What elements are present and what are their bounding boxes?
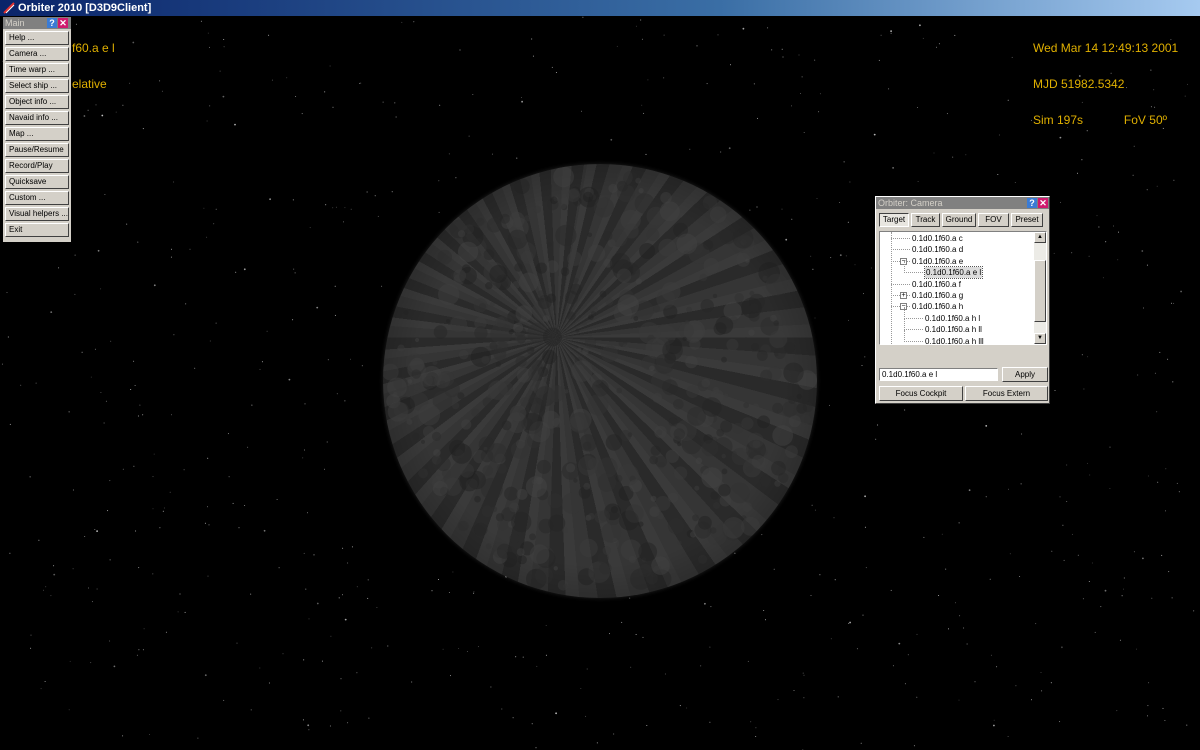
hud-date: Wed Mar 14 12:49:13 2001 (1033, 41, 1179, 55)
focus-extern-button[interactable]: Focus Extern (965, 386, 1048, 401)
menu-item-record-play[interactable]: Record/Play (5, 159, 69, 173)
planet-body (383, 164, 817, 598)
tree-node[interactable]: 0.1d0.1f60.a h l (925, 313, 980, 324)
hud-target-name: f60.a e l (72, 41, 115, 55)
tree-node[interactable]: 0.1d0.1f60.a e l (923, 266, 984, 280)
tree-node[interactable]: 0.1d0.1f60.a h lll (925, 336, 984, 344)
tree-branch-line (904, 272, 923, 274)
menu-item-select-ship[interactable]: Select ship ... (5, 79, 69, 93)
tree-node[interactable]: 0.1d0.1f60.a g (912, 290, 963, 301)
hud-time-info: Wed Mar 14 12:49:13 2001 MJD 51982.5342 … (1033, 18, 1178, 150)
hud-frame-mode: elative (72, 77, 107, 91)
camera-mode-tabs: Target Track Ground FOV Preset (879, 213, 1043, 227)
main-menu-title: Main (5, 18, 25, 28)
help-icon[interactable]: ? (47, 18, 57, 28)
help-icon[interactable]: ? (1027, 198, 1037, 208)
tree-guide-line (904, 318, 905, 331)
close-icon[interactable]: ✕ (58, 18, 68, 28)
tree-node[interactable]: 0.1d0.1f60.a f (912, 279, 961, 290)
tree-branch-line (904, 317, 923, 319)
hud-sim-time: Sim 197s (1033, 113, 1084, 127)
menu-item-object-info[interactable]: Object info ... (5, 95, 69, 109)
menu-item-time-warp[interactable]: Time warp ... (5, 63, 69, 77)
window-title: Orbiter 2010 [D3D9Client] (18, 2, 152, 14)
focus-cockpit-button[interactable]: Focus Cockpit (879, 386, 963, 401)
expand-icon[interactable]: + (900, 292, 907, 299)
hud-mjd: MJD 51982.5342 (1033, 77, 1125, 91)
tree-node[interactable]: 0.1d0.1f60.a d (912, 244, 963, 255)
tree-guide-line (904, 261, 905, 274)
tree-branch-line (904, 329, 923, 331)
menu-item-map[interactable]: Map ... (5, 127, 69, 141)
apply-button[interactable]: Apply (1002, 367, 1048, 382)
hud-fov: FoV 50º (1123, 113, 1167, 127)
planet-surface-texture (383, 166, 817, 591)
tree-node[interactable]: 0.1d0.1f60.a h (912, 301, 963, 312)
tab-preset[interactable]: Preset (1011, 213, 1043, 227)
menu-item-navaid-info[interactable]: Navaid info ... (5, 111, 69, 125)
menu-item-visual-helpers[interactable]: Visual helpers ... (5, 207, 69, 221)
tree-node[interactable]: 0.1d0.1f60.a c (912, 233, 963, 244)
orbiter-app-icon (3, 2, 15, 14)
tab-ground[interactable]: Ground (942, 213, 976, 227)
tree-guide-line (904, 306, 905, 319)
menu-item-pause-resume[interactable]: Pause/Resume (5, 143, 69, 157)
menu-item-custom[interactable]: Custom ... (5, 191, 69, 205)
main-menu-caption[interactable]: Main ? ✕ (3, 17, 71, 29)
menu-item-quicksave[interactable]: Quicksave (5, 175, 69, 189)
tab-fov[interactable]: FOV (978, 213, 1009, 227)
tab-track[interactable]: Track (911, 213, 940, 227)
menu-item-help[interactable]: Help ... (5, 31, 69, 45)
close-icon[interactable]: ✕ (1038, 198, 1048, 208)
target-tree-view[interactable]: 0.1d0.1f60.a c 0.1d0.1f60.a d −0.1d0.1f60.… (879, 231, 1047, 345)
tree-node[interactable]: 0.1d0.1f60.a h ll (925, 324, 982, 335)
menu-item-exit[interactable]: Exit (5, 223, 69, 237)
tree-guide-line (904, 329, 905, 342)
camera-dialog-caption[interactable]: Orbiter: Camera ? ✕ (876, 197, 1049, 209)
target-input[interactable] (879, 368, 998, 381)
tree-branch-line (891, 249, 910, 251)
menu-item-camera[interactable]: Camera ... (5, 47, 69, 61)
main-menu-panel: Main ? ✕ Help ... Camera ... Time warp ...… (3, 17, 71, 242)
tree-branch-line (891, 238, 910, 239)
tree-branch-line (891, 283, 910, 285)
tree-branch-line (904, 340, 923, 342)
camera-dialog: Orbiter: Camera ? ✕ Target Track Ground FOV… (875, 196, 1050, 404)
simulation-viewport[interactable]: f60.a e l elative Wed Mar 14 12:49:13 20… (0, 16, 1200, 750)
scroll-down-arrow-icon[interactable]: ▼ (1034, 333, 1046, 344)
camera-dialog-title: Orbiter: Camera (878, 198, 943, 208)
tree-node[interactable]: 0.1d0.1f60.a e (912, 256, 963, 267)
hud-target-info: f60.a e l elative (72, 18, 115, 114)
tree-scrollbar[interactable]: ▲ ▼ (1034, 232, 1046, 344)
window-titlebar[interactable]: Orbiter 2010 [D3D9Client] (0, 0, 1200, 16)
scroll-up-arrow-icon[interactable]: ▲ (1034, 232, 1046, 243)
scrollbar-thumb[interactable] (1034, 260, 1046, 322)
tab-target[interactable]: Target (879, 213, 909, 227)
